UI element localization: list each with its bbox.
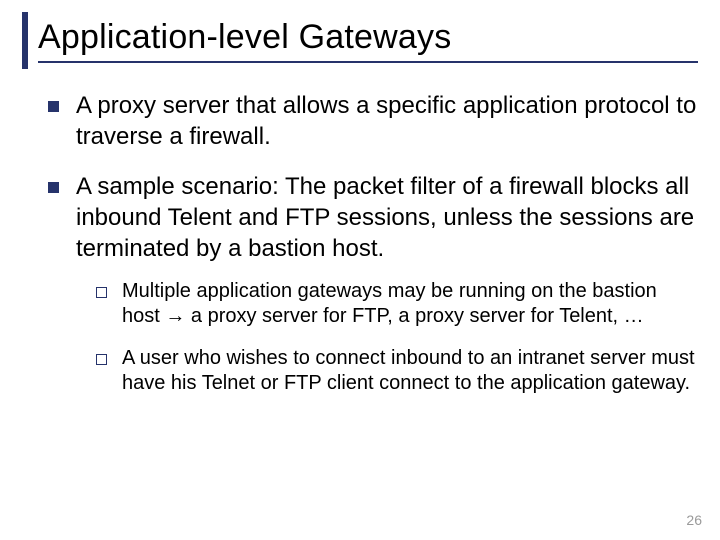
slide: Application-level Gateways A proxy serve… (0, 0, 720, 540)
slide-title: Application-level Gateways (38, 18, 698, 63)
sub-bullet-list: Multiple application gateways may be run… (76, 279, 698, 397)
sub-bullet-item: Multiple application gateways may be run… (96, 279, 698, 330)
arrow-icon: → (165, 305, 185, 327)
sub-bullet-text-post: a proxy server for FTP, a proxy server f… (185, 305, 643, 327)
bullet-item: A proxy server that allows a specific ap… (48, 91, 698, 152)
sub-bullet-item: A user who wishes to connect inbound to … (96, 346, 698, 397)
bullet-text: A proxy server that allows a specific ap… (76, 92, 696, 150)
bullet-list: A proxy server that allows a specific ap… (22, 91, 698, 397)
bullet-item: A sample scenario: The packet filter of … (48, 172, 698, 397)
page-number: 26 (686, 512, 702, 528)
bullet-text: A sample scenario: The packet filter of … (76, 173, 694, 261)
sub-bullet-text: A user who wishes to connect inbound to … (122, 347, 695, 395)
title-container: Application-level Gateways (22, 12, 698, 69)
